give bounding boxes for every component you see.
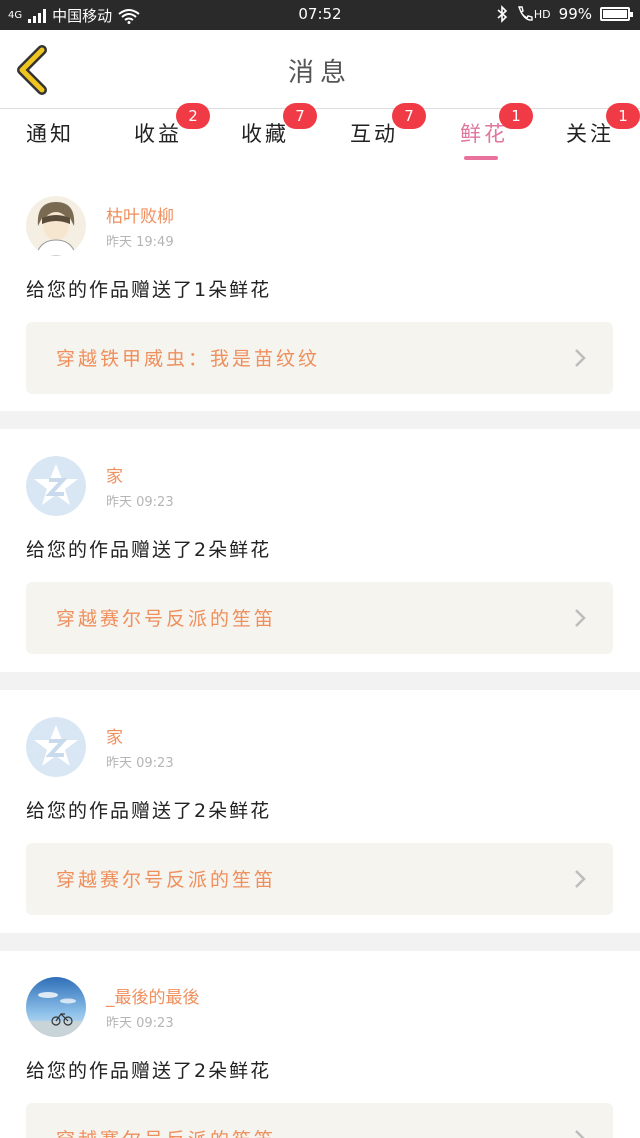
work-link[interactable]: 穿越铁甲威虫：我是苗纹纹 [26,322,613,394]
sky-bicycle-avatar-image [26,977,86,1037]
work-link[interactable]: 穿越赛尔号反派的笙笛 [26,843,613,915]
avatar[interactable] [26,196,86,256]
active-tab-indicator [464,156,498,160]
badge-count: 7 [283,103,317,129]
message-text: 给您的作品赠送了2朵鲜花 [26,1060,272,1082]
badge-count: 1 [499,103,533,129]
status-right: HD 99% [496,5,633,23]
badge-count: 1 [606,103,640,129]
tab-earnings[interactable]: 收益 2 [106,103,213,165]
message-text: 给您的作品赠送了1朵鲜花 [26,279,272,301]
work-link[interactable]: 穿越赛尔号反派的笙笛 [26,582,613,654]
avatar[interactable] [26,456,86,516]
avatar[interactable] [26,717,86,777]
tab-label: 互动 [350,122,398,146]
tab-label: 通知 [26,122,74,146]
tab-label: 收益 [134,122,182,146]
default-star-avatar-icon [26,717,86,777]
tab-following[interactable]: 关注 1 [534,103,640,165]
battery-percent: 99% [558,5,592,23]
work-title: 穿越铁甲威虫：我是苗纹纹 [56,348,321,370]
work-title: 穿越赛尔号反派的笙笛 [56,1125,276,1138]
tab-favorites[interactable]: 收藏 7 [213,103,320,165]
phone-icon [517,6,533,21]
username[interactable]: 家 [106,723,123,748]
message-card: 家 昨天 09:23 给您的作品赠送了2朵鲜花 穿越赛尔号反派的笙笛 [0,690,640,933]
card-separator [0,411,640,429]
username[interactable]: 家 [106,462,123,487]
timestamp: 昨天 09:23 [106,756,174,771]
anime-avatar-image [26,196,86,256]
hd-label: HD [533,7,551,21]
badge-count: 2 [176,103,210,129]
header: 消息 [0,30,640,108]
timestamp: 昨天 09:23 [106,495,174,510]
message-card: _最後的最後 昨天 09:23 给您的作品赠送了2朵鲜花 穿越赛尔号反派的笙笛 [0,951,640,1138]
status-bar: 4G 中国移动 07:52 HD 99% [0,0,640,30]
work-title: 穿越赛尔号反派的笙笛 [56,869,277,891]
card-separator [0,933,640,951]
battery-icon [600,7,633,21]
message-text: 给您的作品赠送了2朵鲜花 [26,800,272,822]
chevron-right-icon [575,1130,585,1138]
work-link[interactable]: 穿越赛尔号反派的笙笛 [26,1103,613,1138]
badge-count: 7 [392,103,426,129]
timestamp: 昨天 09:23 [106,1016,174,1031]
work-title: 穿越赛尔号反派的笙笛 [56,608,277,630]
message-text: 给您的作品赠送了2朵鲜花 [26,539,272,561]
tab-interactions[interactable]: 互动 7 [320,103,427,165]
battery-fill [603,10,627,18]
avatar[interactable] [26,977,86,1037]
page-title: 消息 [287,58,352,88]
bluetooth-icon [497,5,508,23]
username[interactable]: 枯叶败柳 [106,202,174,227]
chevron-right-icon [575,349,586,367]
timestamp: 昨天 19:49 [106,235,174,250]
chevron-right-icon [575,609,586,627]
chevron-right-icon [575,870,586,888]
username[interactable]: _最後的最後 [106,983,200,1008]
message-card: 家 昨天 09:23 给您的作品赠送了2朵鲜花 穿越赛尔号反派的笙笛 [0,429,640,672]
card-separator [0,672,640,690]
tab-bar: 通知 收益 2 收藏 7 互动 7 鲜花 1 关注 1 [0,103,640,165]
default-star-avatar-icon [26,456,86,516]
tab-flowers[interactable]: 鲜花 1 [427,103,534,165]
tab-notifications[interactable]: 通知 [0,109,106,165]
message-card: 枯叶败柳 昨天 19:49 给您的作品赠送了1朵鲜花 穿越铁甲威虫：我是苗纹纹 [0,165,640,411]
tab-label: 收藏 [241,122,289,146]
